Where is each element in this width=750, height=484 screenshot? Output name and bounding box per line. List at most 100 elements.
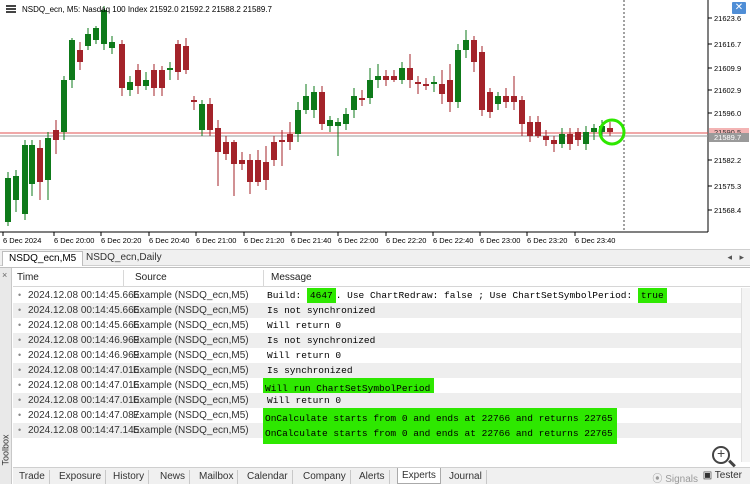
log-row[interactable]: • 2024.12.08 00:14:47.016 Example (NSDQ_ec… [13,378,750,399]
bottom-tab-alerts[interactable]: Alerts [355,470,390,484]
price-axis-label: 21616.7 [714,40,741,49]
candle-body [511,96,517,102]
row-bullet-icon: • [18,365,22,375]
column-time[interactable]: Time [17,272,39,283]
chart-tab-m5[interactable]: NSDQ_ecn,M5 [2,251,84,266]
time-axis-label: 6 Dec 20:00 [54,236,94,245]
candle-body [423,84,429,86]
bottom-tab-exposure[interactable]: Exposure [55,470,107,484]
log-row[interactable]: • 2024.12.08 00:14:45.666 Example (NSDQ_ec… [13,288,750,303]
row-bullet-icon: • [18,290,22,300]
log-source: Example (NSDQ_ecn,M5) [133,320,249,331]
price-axis-label: 21623.6 [714,14,741,23]
highlight-build: 4647 [306,288,336,303]
tab-scroll-right-icon[interactable]: ▸ [739,252,744,263]
price-chart[interactable]: 21623.6 21616.7 21609.9 21602.9 21596.0 21582… [0,0,750,248]
chart-title: NSDQ_ecn, M5: Nasdaq 100 Index 21592.0 2… [22,5,272,14]
toolbox-side-bar[interactable]: × Toolbox [0,268,12,484]
candle-body [223,142,229,154]
signals-link[interactable]: ⦿ Signals [652,470,698,484]
candle-body [399,68,405,80]
zoom-in-icon[interactable] [712,445,730,464]
price-axis-label: 21596.0 [714,109,741,118]
log-source: Example (NSDQ_ecn,M5) [133,410,249,421]
row-bullet-icon: • [18,350,22,360]
bottom-tab-company[interactable]: Company [299,470,351,484]
chart-close-icon[interactable]: ✕ [732,2,746,14]
candle-body [263,162,269,180]
candle-body [247,160,253,182]
time-axis-label: 6 Dec 23:40 [575,236,615,245]
candle-body [159,70,165,88]
log-row[interactable]: • 2024.12.08 00:14:47.016 Example (NSDQ_ec… [13,363,750,378]
bottom-tab-mailbox[interactable]: Mailbox [195,470,239,484]
candle-body [287,134,293,142]
log-time: 2024.12.08 00:14:47.016 [28,395,140,406]
column-source[interactable]: Source [135,272,167,283]
candle-body [391,76,397,80]
time-axis-label: 6 Dec 2024 [3,236,41,245]
log-row[interactable]: • 2024.12.08 00:14:46.969 Example (NSDQ_ec… [13,348,750,363]
log-row[interactable]: • 2024.12.08 00:14:47.016 Example (NSDQ_ec… [13,393,750,408]
time-axis-label: 6 Dec 23:20 [527,236,567,245]
log-row[interactable]: • 2024.12.08 00:14:47.145 Example (NSDQ_ec… [13,423,750,444]
candle-body [591,128,597,132]
chart-tab-daily[interactable]: NSDQ_ecn,Daily [80,251,168,266]
candle-body [279,140,285,142]
bottom-tab-trade[interactable]: Trade [15,470,50,484]
log-time: 2024.12.08 00:14:45.666 [28,320,140,331]
row-bullet-icon: • [18,320,22,330]
log-time: 2024.12.08 00:14:45.666 [28,305,140,316]
price-axis-label: 21568.4 [714,206,741,215]
candle-body [519,100,525,124]
log-time: 2024.12.08 00:14:47.016 [28,380,140,391]
bottom-tab-calendar[interactable]: Calendar [243,470,293,484]
row-bullet-icon: • [18,425,22,435]
log-source: Example (NSDQ_ecn,M5) [133,425,249,436]
column-message[interactable]: Message [271,272,312,283]
price-axis-label: 21575.3 [714,182,741,191]
candle-body [503,96,509,102]
candle-body [151,70,157,88]
candle-body [183,46,189,70]
candle-body [101,10,107,44]
vertical-scrollbar[interactable] [741,288,750,462]
row-bullet-icon: • [18,305,22,315]
tester-link[interactable]: ▣ Tester [703,470,742,481]
log-source: Example (NSDQ_ecn,M5) [133,365,249,376]
log-source: Example (NSDQ_ecn,M5) [133,335,249,346]
tab-scroll-left-icon[interactable]: ◂ [727,252,732,263]
time-axis-label: 6 Dec 22:40 [433,236,473,245]
candle-body [93,28,99,40]
candle-body [271,142,277,160]
candlestick-chart-svg: 21623.6 21616.7 21609.9 21602.9 21596.0 21582… [0,0,749,245]
toolbox-close-icon[interactable]: × [2,270,7,280]
candle-body [135,70,141,86]
candle-body [543,136,549,140]
bottom-tab-experts[interactable]: Experts [397,468,441,484]
candle-body [22,145,28,214]
candle-body [535,122,541,136]
bottom-tab-news[interactable]: News [156,470,191,484]
candle-body [583,132,589,144]
log-row[interactable]: • 2024.12.08 00:14:45.666 Example (NSDQ_ec… [13,318,750,333]
bottom-tab-journal[interactable]: Journal [445,470,487,484]
candle-body [487,92,493,112]
log-message: Build: 4647. Use ChartRedraw: false ; Us… [267,288,667,303]
log-source: Example (NSDQ_ecn,M5) [133,350,249,361]
chart-menu-icon[interactable] [6,5,16,13]
bottom-tabs-bar: Trade Exposure History News Mailbox Calendar C… [13,467,750,484]
candle-body [495,96,501,104]
candle-body [191,100,197,102]
candle-body [367,80,373,98]
log-row[interactable]: • 2024.12.08 00:14:45.666 Example (NSDQ_ec… [13,303,750,318]
log-message: Is not synchronized [267,335,376,346]
time-axis-label: 6 Dec 21:20 [244,236,284,245]
candle-body [527,122,533,136]
candle-body [207,104,213,130]
bottom-tab-history[interactable]: History [109,470,150,484]
log-row[interactable]: • 2024.12.08 00:14:47.087 Example (NSDQ_ec… [13,408,750,429]
candle-body [407,68,413,80]
log-row[interactable]: • 2024.12.08 00:14:46.969 Example (NSDQ_ec… [13,333,750,348]
candle-body [559,134,565,144]
